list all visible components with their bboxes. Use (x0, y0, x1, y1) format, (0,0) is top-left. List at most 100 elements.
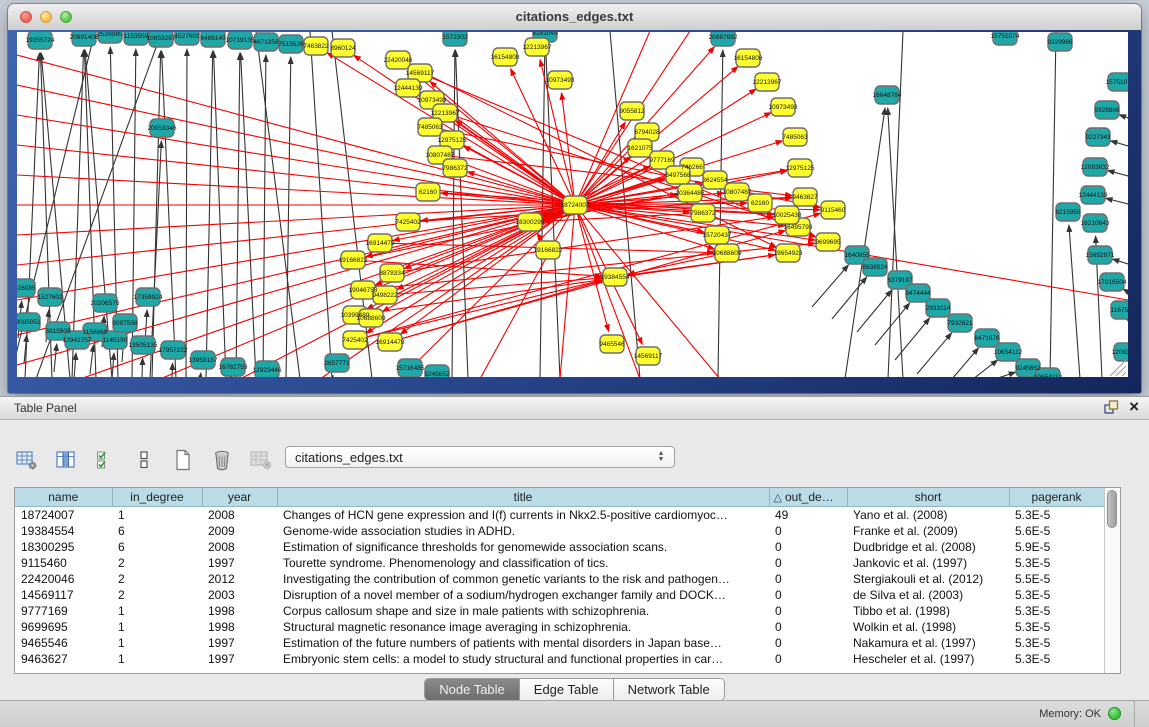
graph-edge[interactable] (1050, 32, 1056, 377)
table-cell[interactable]: 2 (112, 555, 202, 571)
table-cell[interactable]: 6 (112, 539, 202, 555)
graph-edge[interactable] (206, 51, 213, 377)
table-cell[interactable]: Tourette syndrome. Phenomenology and cla… (277, 555, 769, 571)
network-canvas[interactable]: 1872400718300295193845541935572420691406… (17, 32, 1128, 377)
table-cell[interactable]: 0 (769, 539, 847, 555)
close-panel-icon[interactable]: × (1129, 399, 1139, 415)
new-file-icon[interactable] (170, 446, 196, 474)
column-header-in_degree[interactable]: in_degree (112, 488, 202, 507)
table-cell[interactable]: 5.6E-5 (1009, 523, 1104, 539)
table-cell[interactable]: 18724007 (15, 507, 112, 524)
graph-edge[interactable] (1112, 259, 1128, 264)
table-cell[interactable]: 2008 (202, 539, 277, 555)
table-cell[interactable]: 5.3E-5 (1009, 507, 1104, 524)
table-cell[interactable]: 1997 (202, 555, 277, 571)
table-row[interactable]: 1872400712008Changes of HCN gene express… (15, 507, 1104, 524)
graph-edge[interactable] (1123, 289, 1128, 292)
graph-edge[interactable] (74, 353, 76, 377)
table-cell[interactable]: Wolkin et al. (1998) (847, 619, 1009, 635)
table-cell[interactable]: 0 (769, 571, 847, 587)
table-cell[interactable]: 1 (112, 651, 202, 667)
table-settings-icon[interactable] (14, 446, 40, 474)
graph-edge[interactable] (995, 372, 1016, 377)
graph-edge[interactable] (17, 205, 575, 235)
table-cell[interactable]: Yano et al. (2008) (847, 507, 1009, 524)
graph-edge[interactable] (200, 373, 201, 377)
row-height-icon[interactable] (131, 446, 157, 474)
table-cell[interactable]: Changes of HCN gene expression and I(f) … (277, 507, 769, 524)
graph-edge[interactable] (1106, 198, 1128, 204)
graph-edge[interactable] (172, 363, 173, 377)
canvas-resize-grip[interactable] (1110, 360, 1126, 376)
table-scrollbar-thumb[interactable] (1107, 490, 1117, 528)
table-cell[interactable]: 1 (112, 619, 202, 635)
table-cell[interactable]: Structural magnetic resonance image aver… (277, 619, 769, 635)
table-cell[interactable]: de Silva et al. (2003) (847, 587, 1009, 603)
table-cell[interactable]: 5.3E-5 (1009, 635, 1104, 651)
table-row[interactable]: 2242004622012Investigating the contribut… (15, 571, 1104, 587)
tab-network-table[interactable]: Network Table (614, 679, 724, 700)
table-cell[interactable]: 1 (112, 507, 202, 524)
table-cell[interactable]: Estimation of the future numbers of pati… (277, 635, 769, 651)
table-cell[interactable]: Hescheler et al. (1997) (847, 651, 1009, 667)
table-cell[interactable]: Dudbridge et al. (2008) (847, 539, 1009, 555)
table-cell[interactable]: 1997 (202, 635, 277, 651)
graph-edge[interactable] (917, 333, 952, 374)
table-row[interactable]: 969969511998Structural magnetic resonanc… (15, 619, 1104, 635)
graph-edge[interactable] (575, 205, 609, 331)
graph-edge[interactable] (1108, 170, 1128, 176)
table-cell[interactable]: Estimation of significance thresholds fo… (277, 539, 769, 555)
column-header-year[interactable]: year (202, 488, 277, 507)
table-row[interactable]: 946554611997Estimation of the future num… (15, 635, 1104, 651)
table-cell[interactable]: 1997 (202, 651, 277, 667)
graph-edge[interactable] (17, 205, 575, 300)
graph-edge[interactable] (112, 353, 114, 377)
table-row[interactable]: 977716911998Corpus callosum shape and si… (15, 603, 1104, 619)
table-cell[interactable]: Embryonic stem cells: a model to study s… (277, 651, 769, 667)
graph-edge[interactable] (162, 51, 176, 377)
graph-edge[interactable] (845, 108, 885, 377)
table-cell[interactable]: 9463627 (15, 651, 112, 667)
table-cell[interactable]: Investigating the contribution of common… (277, 571, 769, 587)
table-cell[interactable]: 2008 (202, 507, 277, 524)
column-header-out_de[interactable]: △out_de… (769, 488, 847, 507)
graph-edge[interactable] (17, 55, 575, 205)
table-cell[interactable]: 5.3E-5 (1009, 651, 1104, 667)
table-cell[interactable]: 2012 (202, 571, 277, 587)
graph-edge[interactable] (452, 50, 455, 377)
graph-edge[interactable] (54, 344, 57, 372)
table-row[interactable]: 1938455462009Genome-wide association stu… (15, 523, 1104, 539)
table-cell[interactable]: Franke et al. (2009) (847, 523, 1009, 539)
column-header-title[interactable]: title (277, 488, 769, 507)
table-cell[interactable]: 5.3E-5 (1009, 619, 1104, 635)
graph-edge[interactable] (186, 49, 187, 377)
table-cell[interactable]: 18300295 (15, 539, 112, 555)
table-cell[interactable]: 22420046 (15, 571, 112, 587)
graph-edge[interactable] (888, 32, 903, 377)
table-cell[interactable]: Jankovic et al. (1997) (847, 555, 1009, 571)
graph-edge[interactable] (152, 51, 161, 377)
graph-edge[interactable] (1069, 225, 1080, 377)
table-cell[interactable]: 5.9E-5 (1009, 539, 1104, 555)
graph-edge[interactable] (973, 360, 998, 377)
table-selector-dropdown[interactable]: citations_edges.txt ▲▼ (285, 446, 675, 468)
float-panel-icon[interactable] (1103, 399, 1119, 415)
table-cell[interactable]: 14569117 (15, 587, 112, 603)
table-cell[interactable]: 1998 (202, 619, 277, 635)
table-cell[interactable]: Stergiakouli et al. (2012) (847, 571, 1009, 587)
graph-edge[interactable] (286, 57, 291, 377)
table-row[interactable]: 1830029562008Estimation of significance … (15, 539, 1104, 555)
table-cell[interactable]: 2 (112, 587, 202, 603)
table-cell[interactable]: 9777169 (15, 603, 112, 619)
graph-edge[interactable] (142, 358, 143, 377)
table-cell[interactable]: Genome-wide association studies in ADHD. (277, 523, 769, 539)
table-cell[interactable]: 9115460 (15, 555, 112, 571)
graph-edge[interactable] (718, 50, 723, 377)
table-row[interactable]: 946362711997Embryonic stem cells: a mode… (15, 651, 1104, 667)
graph-edge[interactable] (952, 348, 979, 377)
table-cell[interactable]: 2 (112, 571, 202, 587)
table-row[interactable]: 1456911722003Disruption of a novel membe… (15, 587, 1104, 603)
table-cell[interactable]: Nakamura et al. (1997) (847, 635, 1009, 651)
table-cell[interactable]: 2009 (202, 523, 277, 539)
citation-network-graph[interactable]: 1872400718300295193845541935572420691406… (17, 32, 1128, 377)
